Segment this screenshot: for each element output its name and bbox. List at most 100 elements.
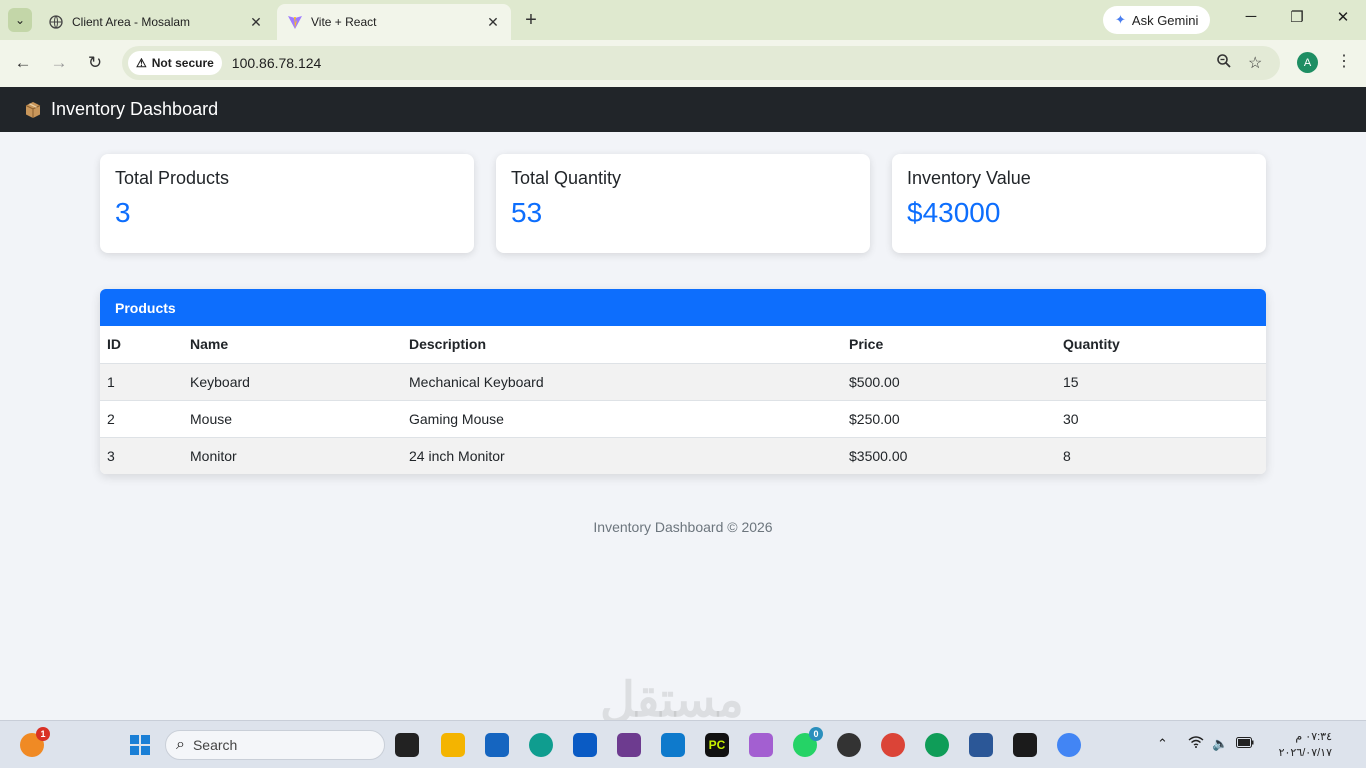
windows-taskbar: 1 ⌕ Search PC 0 ⌃ 🔈 ٠٧:٣٤ م ٢٠٢٦/٠٧/١٧: [0, 720, 1366, 768]
globe-icon: [48, 14, 64, 30]
close-tab-icon[interactable]: ✕: [248, 14, 264, 31]
chrome-profile-icon[interactable]: [925, 733, 949, 757]
reload-icon[interactable]: ↻: [83, 53, 107, 73]
card-label: Inventory Value: [907, 168, 1031, 188]
search-placeholder: Search: [192, 737, 238, 753]
card-value: 53: [511, 197, 543, 228]
vscode-icon[interactable]: [661, 733, 685, 757]
zoom-icon[interactable]: [1216, 53, 1232, 74]
app-navbar: Inventory Dashboard: [0, 87, 1366, 132]
clock-time: ٠٧:٣٤ م: [1295, 731, 1332, 743]
app-icon[interactable]: [749, 733, 773, 757]
cell-price: $250.00: [842, 400, 1056, 438]
outlook-icon[interactable]: [573, 733, 597, 757]
vite-logo-icon: [287, 14, 303, 30]
battery-icon[interactable]: [1236, 736, 1254, 751]
store-icon[interactable]: [485, 733, 509, 757]
powershell-icon[interactable]: [969, 733, 993, 757]
url-text[interactable]: 100.86.78.124: [232, 55, 322, 71]
security-chip[interactable]: ⚠ Not secure: [128, 51, 222, 75]
app-icon[interactable]: [1013, 733, 1037, 757]
app-icon[interactable]: [617, 733, 641, 757]
forward-arrow-icon[interactable]: →: [47, 53, 71, 73]
back-arrow-icon[interactable]: ←: [11, 53, 35, 73]
cell-description: 24 inch Monitor: [409, 447, 505, 464]
clock-date: ٢٠٢٦/٠٧/١٧: [1278, 747, 1332, 759]
new-tab-button[interactable]: +: [520, 9, 542, 31]
edge-icon[interactable]: [529, 733, 553, 757]
card-label: Total Products: [115, 168, 230, 188]
package-icon: [24, 101, 42, 119]
card-value: 3: [115, 197, 131, 228]
column-header-name: Name: [183, 326, 402, 364]
taskbar-search[interactable]: ⌕ Search: [165, 730, 385, 760]
column-header-price: Price: [842, 326, 1056, 364]
cell-description: Gaming Mouse: [402, 400, 842, 438]
table-row: 3 Monitor 24 inch Monitor $3500.00 8: [100, 437, 1266, 474]
cell-quantity: 15: [1056, 363, 1266, 401]
cell-price: $500.00: [842, 363, 1056, 401]
bookmark-star-icon[interactable]: ☆: [1248, 53, 1262, 73]
file-explorer-icon[interactable]: [441, 733, 465, 757]
card-inventory-value: Inventory Value $43000: [892, 154, 1266, 253]
browser-tab-bar: ⌄ Client Area - Mosalam ✕ Vite + React ✕…: [0, 0, 1366, 40]
profile-avatar[interactable]: A: [1297, 52, 1318, 73]
security-label: Not secure: [151, 56, 214, 70]
search-icon: ⌕: [176, 736, 185, 753]
column-header-id: ID: [100, 326, 183, 364]
chrome-icon[interactable]: [1057, 733, 1081, 757]
app-title[interactable]: Inventory Dashboard: [51, 99, 218, 120]
warning-icon: ⚠: [136, 56, 147, 70]
tab-search-button[interactable]: ⌄: [8, 8, 32, 32]
whatsapp-icon[interactable]: 0: [793, 727, 823, 757]
table-header-row: ID Name Description Price Quantity: [100, 326, 1266, 364]
task-view-icon[interactable]: [395, 733, 419, 757]
windows-start-icon[interactable]: [128, 733, 152, 757]
address-toolbar: ← → ↻ ⚠ Not secure 100.86.78.124 ☆ A ⋮: [0, 40, 1366, 87]
obs-icon[interactable]: [837, 733, 861, 757]
tab-client-area[interactable]: Client Area - Mosalam ✕: [38, 4, 274, 40]
wifi-icon[interactable]: [1188, 736, 1204, 751]
cell-id: 3: [107, 447, 115, 464]
close-tab-icon[interactable]: ✕: [485, 14, 501, 31]
ask-gemini-label: Ask Gemini: [1131, 12, 1199, 28]
tab-title: Client Area - Mosalam: [72, 15, 191, 29]
cell-id: 2: [100, 400, 183, 438]
menu-kebab-icon[interactable]: ⋮: [1336, 51, 1352, 71]
card-total-products: Total Products 3: [100, 154, 474, 253]
cell-name: Mouse: [183, 400, 402, 438]
column-header-quantity: Quantity: [1056, 326, 1266, 364]
cell-name: Keyboard: [183, 363, 402, 401]
cell-id: 1: [100, 363, 183, 401]
chrome-icon[interactable]: [881, 733, 905, 757]
tab-title: Vite + React: [311, 15, 377, 29]
card-value: $43000: [907, 197, 1001, 228]
gemini-icon: ✦: [1115, 12, 1126, 27]
restore-button[interactable]: ❐: [1282, 8, 1312, 26]
notification-badge: 1: [36, 727, 50, 741]
products-heading: Products: [100, 289, 1266, 326]
cell-quantity: 30: [1056, 400, 1266, 438]
products-table: ID Name Description Price Quantity 1 Key…: [100, 326, 1266, 474]
system-clock[interactable]: ٠٧:٣٤ م ٢٠٢٦/٠٧/١٧: [1262, 729, 1332, 761]
volume-icon[interactable]: 🔈: [1212, 736, 1228, 752]
weather-widget-icon[interactable]: 1: [20, 727, 50, 757]
chevron-up-icon[interactable]: ⌃: [1157, 736, 1168, 752]
page-footer: Inventory Dashboard © 2026: [593, 519, 773, 535]
cell-name: Monitor: [190, 447, 237, 464]
cell-price: $3500.00: [849, 447, 908, 464]
ask-gemini-button[interactable]: ✦ Ask Gemini: [1103, 6, 1211, 34]
minimize-button[interactable]: ─: [1236, 8, 1266, 25]
whatsapp-badge: 0: [809, 727, 823, 741]
table-row: 1 Keyboard Mechanical Keyboard $500.00 1…: [100, 363, 1266, 401]
card-total-quantity: Total Quantity 53: [496, 154, 870, 253]
cell-quantity: 8: [1063, 447, 1071, 464]
cell-description: Mechanical Keyboard: [402, 363, 842, 401]
column-header-description: Description: [402, 326, 842, 364]
tab-vite-react[interactable]: Vite + React ✕: [277, 4, 511, 40]
pycharm-icon[interactable]: PC: [705, 733, 729, 757]
omnibox[interactable]: ⚠ Not secure 100.86.78.124 ☆: [122, 46, 1280, 80]
close-window-button[interactable]: ✕: [1328, 8, 1358, 26]
card-label: Total Quantity: [511, 168, 622, 188]
summary-cards: Total Products 3 Total Quantity 53 Inven…: [100, 154, 1266, 253]
